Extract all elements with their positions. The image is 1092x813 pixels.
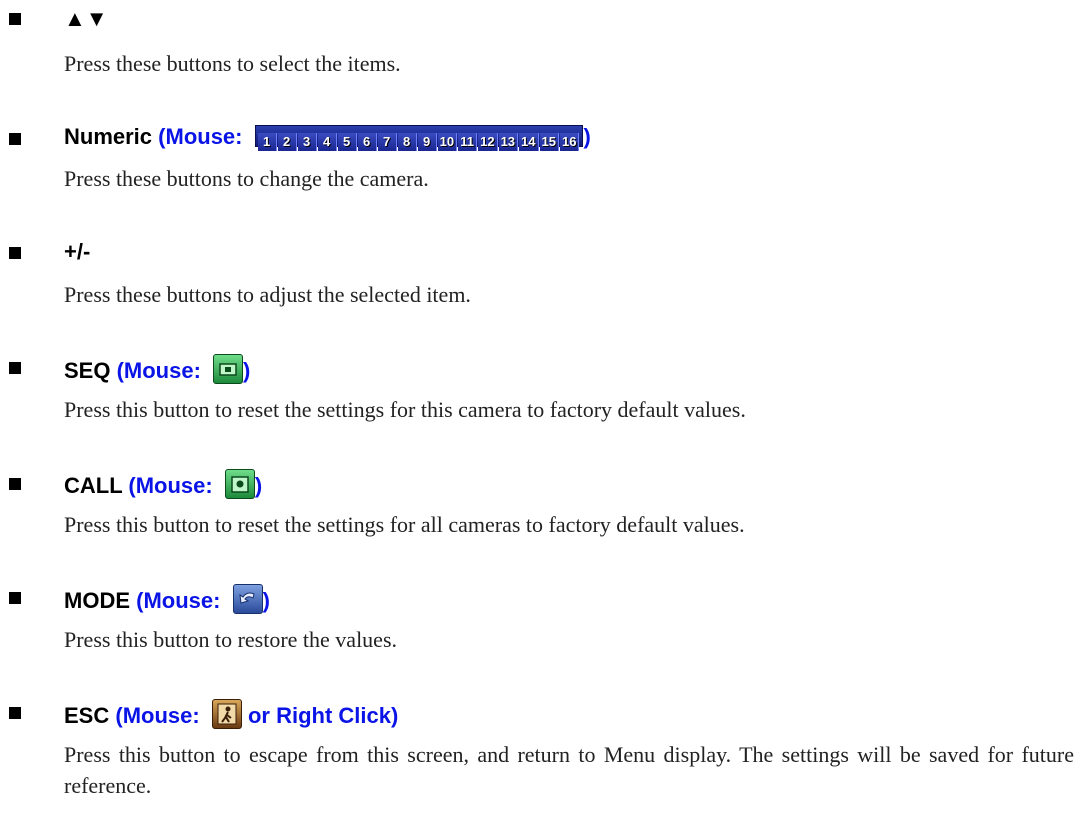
mode-icon <box>232 584 263 614</box>
item-desc: Press this button to restore the values. <box>64 627 398 652</box>
mouse-suffix: ) <box>243 358 251 383</box>
bullet-icon <box>9 13 21 25</box>
mouse-prefix: (Mouse: <box>128 473 213 498</box>
mouse-suffix: or Right Click) <box>247 703 399 728</box>
numeric-buttons-strip: 1 2 3 4 5 6 7 8 9 10 11 12 13 14 15 16 <box>254 125 584 151</box>
call-icon <box>224 469 255 499</box>
mouse-suffix: ) <box>583 124 591 149</box>
bullet-icon <box>9 133 21 145</box>
esc-icon <box>211 699 242 729</box>
item-title: SEQ <box>64 358 111 383</box>
item-desc: Press these buttons to change the camera… <box>64 166 429 191</box>
mouse-prefix: (Mouse: <box>115 703 200 728</box>
mouse-suffix: ) <box>254 473 263 498</box>
item-desc: Press this button to reset the settings … <box>64 397 746 422</box>
item-heading: CALL (Mouse: ) <box>64 469 262 499</box>
camera-button-5: 5 <box>337 133 357 151</box>
mouse-hint: (Mouse: ) <box>128 469 263 499</box>
camera-button-14: 14 <box>519 133 539 151</box>
item-title: CALL <box>64 473 123 498</box>
mouse-hint: (Mouse: ) <box>136 584 270 614</box>
camera-button-3: 3 <box>297 133 317 151</box>
bullet-icon <box>9 247 21 259</box>
camera-button-12: 12 <box>478 133 498 151</box>
manual-page: ▲▼ Press these buttons to select the ite… <box>0 0 1092 813</box>
camera-button-8: 8 <box>397 133 417 151</box>
item-desc: Press these buttons to select the items. <box>64 51 401 76</box>
mouse-hint: (Mouse: or Right Click) <box>115 699 399 729</box>
bullet-icon <box>9 707 21 719</box>
item-title: +/- <box>64 239 91 264</box>
camera-button-11: 11 <box>458 133 478 151</box>
camera-button-2: 2 <box>277 133 297 151</box>
item-title: ▲▼ <box>64 6 108 31</box>
mouse-suffix: ) <box>262 588 270 613</box>
camera-button-16: 16 <box>559 133 580 151</box>
item-desc: Press this button to reset the settings … <box>64 512 745 537</box>
mouse-prefix: (Mouse: <box>158 124 243 149</box>
camera-button-15: 15 <box>539 133 559 151</box>
item-title: Numeric <box>64 124 153 149</box>
camera-button-6: 6 <box>357 133 377 151</box>
mouse-hint: (Mouse: ) <box>116 354 251 384</box>
seq-icon <box>213 354 244 384</box>
item-desc: Press this button to escape from this sc… <box>64 742 1074 798</box>
item-heading: MODE (Mouse: ) <box>64 584 270 614</box>
camera-button-1: 1 <box>257 133 277 151</box>
item-heading: SEQ (Mouse: ) <box>64 354 250 384</box>
camera-button-10: 10 <box>437 133 458 151</box>
mouse-prefix: (Mouse: <box>136 588 221 613</box>
item-title: ESC <box>64 703 110 728</box>
camera-button-4: 4 <box>317 133 337 151</box>
camera-button-9: 9 <box>417 133 437 151</box>
item-title: MODE <box>64 588 130 613</box>
bullet-icon <box>9 478 21 490</box>
item-heading: Numeric (Mouse: 1 2 3 4 5 6 7 8 9 10 11 12 13 14 15 16) <box>64 124 591 151</box>
mouse-prefix: (Mouse: <box>116 358 201 383</box>
bullet-icon <box>9 362 21 374</box>
mouse-hint: (Mouse: 1 2 3 4 5 6 7 8 9 10 11 12 13 14 15 16) <box>158 124 591 151</box>
item-heading: ESC (Mouse: or Right Click) <box>64 699 398 729</box>
camera-button-13: 13 <box>498 133 519 151</box>
item-desc: Press these buttons to adjust the select… <box>64 282 471 307</box>
camera-button-7: 7 <box>377 133 397 151</box>
bullet-icon <box>9 592 21 604</box>
